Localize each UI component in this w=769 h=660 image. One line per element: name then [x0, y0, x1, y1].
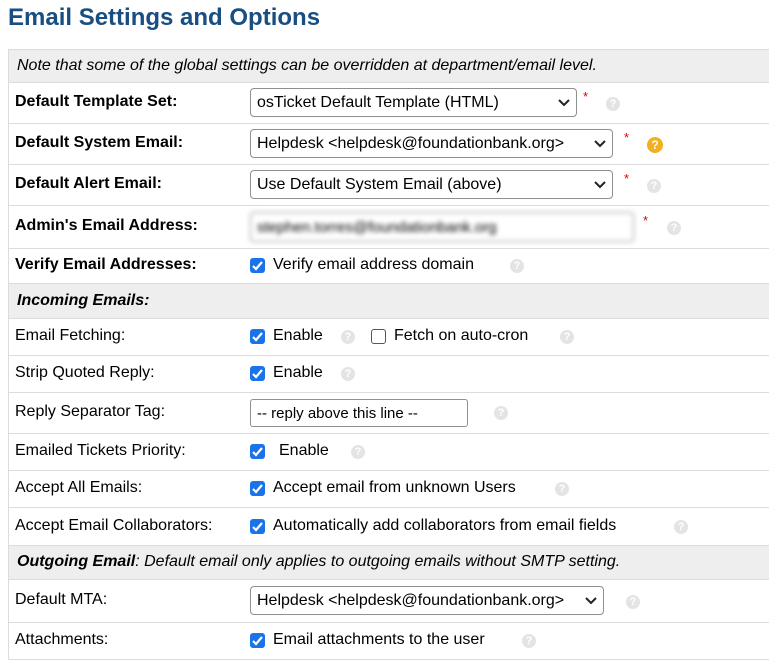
outgoing-header-row: Outgoing Email: Default email only appli…: [9, 546, 769, 580]
admin-email-input[interactable]: [250, 212, 634, 242]
settings-table: Note that some of the global settings ca…: [8, 49, 769, 660]
row-attachments: Attachments: Email attachments to the us…: [9, 623, 769, 660]
help-icon[interactable]: ?: [560, 330, 574, 344]
system-email-select[interactable]: Helpdesk <helpdesk@foundationbank.org>: [250, 129, 613, 158]
label-alert-email: Default Alert Email:: [15, 175, 162, 192]
row-accept-all: Accept All Emails: Accept email from unk…: [9, 471, 769, 508]
system-email-select-wrap[interactable]: Helpdesk <helpdesk@foundationbank.org>: [250, 129, 613, 158]
required-marker: *: [583, 89, 589, 104]
row-verify: Verify Email Addresses: Verify email add…: [9, 249, 769, 284]
note-text: Note that some of the global settings ca…: [17, 57, 597, 74]
warning-help-icon[interactable]: ?: [647, 137, 663, 153]
priority-enable-checkbox[interactable]: [250, 444, 265, 459]
row-collaborators: Accept Email Collaborators: Automaticall…: [9, 508, 769, 546]
mta-select-wrap[interactable]: Helpdesk <helpdesk@foundationbank.org>: [250, 586, 604, 615]
help-icon[interactable]: ?: [341, 330, 355, 344]
strip-enable-label: Enable: [273, 364, 323, 381]
help-icon[interactable]: ?: [647, 179, 661, 193]
row-alert-email: Default Alert Email: Use Default System …: [9, 165, 769, 206]
label-priority: Emailed Tickets Priority:: [15, 442, 186, 459]
label-collaborators: Accept Email Collaborators:: [15, 517, 213, 534]
row-fetching: Email Fetching: Enable ? Fetch on auto-c…: [9, 319, 769, 356]
row-priority: Emailed Tickets Priority: Enable ?: [9, 434, 769, 471]
attachments-checkbox[interactable]: [250, 633, 265, 648]
collaborators-label: Automatically add collaborators from ema…: [273, 517, 617, 534]
accept-all-checkbox[interactable]: [250, 481, 265, 496]
mta-select[interactable]: Helpdesk <helpdesk@foundationbank.org>: [250, 586, 604, 615]
label-separator: Reply Separator Tag:: [15, 403, 166, 420]
help-icon[interactable]: ?: [674, 520, 688, 534]
row-separator: Reply Separator Tag: ?: [9, 393, 769, 434]
help-icon[interactable]: ?: [555, 482, 569, 496]
fetching-enable-checkbox[interactable]: [250, 329, 265, 344]
label-attachments: Attachments:: [15, 631, 109, 648]
incoming-header: Incoming Emails:: [17, 292, 150, 309]
row-template-set: Default Template Set: osTicket Default T…: [9, 83, 769, 124]
template-set-select-wrap[interactable]: osTicket Default Template (HTML): [250, 88, 577, 117]
label-strip: Strip Quoted Reply:: [15, 364, 155, 381]
outgoing-header: Outgoing Email: Default email only appli…: [17, 553, 620, 571]
alert-email-select-wrap[interactable]: Use Default System Email (above): [250, 170, 613, 199]
priority-enable-label: Enable: [279, 442, 329, 459]
collaborators-checkbox[interactable]: [250, 519, 265, 534]
help-icon[interactable]: ?: [494, 406, 508, 420]
verify-checkbox-label: Verify email address domain: [273, 256, 474, 273]
outgoing-header-rest: : Default email only applies to outgoing…: [135, 553, 621, 570]
autocron-checkbox[interactable]: [371, 329, 386, 344]
accept-all-label: Accept email from unknown Users: [273, 479, 516, 496]
alert-email-select[interactable]: Use Default System Email (above): [250, 170, 613, 199]
strip-enable-checkbox[interactable]: [250, 366, 265, 381]
label-verify: Verify Email Addresses:: [15, 256, 197, 273]
label-accept-all: Accept All Emails:: [15, 479, 143, 496]
autocron-label: Fetch on auto-cron: [394, 327, 529, 344]
row-mta: Default MTA: Helpdesk <helpdesk@foundati…: [9, 580, 769, 623]
incoming-header-row: Incoming Emails:: [9, 284, 769, 319]
label-system-email: Default System Email:: [15, 134, 184, 151]
page-title: Email Settings and Options: [8, 4, 321, 31]
help-icon[interactable]: ?: [522, 634, 536, 648]
help-icon[interactable]: ?: [626, 595, 640, 609]
outgoing-header-bold: Outgoing Email: [17, 553, 136, 570]
help-icon[interactable]: ?: [510, 259, 524, 273]
label-mta: Default MTA:: [15, 591, 108, 608]
label-admin-email: Admin's Email Address:: [15, 217, 198, 234]
required-marker: *: [624, 171, 630, 186]
verify-checkbox[interactable]: [250, 258, 265, 273]
required-marker: *: [624, 130, 630, 145]
help-icon[interactable]: ?: [341, 367, 355, 381]
note-row: Note that some of the global settings ca…: [9, 50, 769, 83]
required-marker: *: [643, 213, 649, 228]
fetching-enable-label: Enable: [273, 327, 323, 344]
label-template-set: Default Template Set:: [15, 93, 178, 110]
template-set-select[interactable]: osTicket Default Template (HTML): [250, 88, 577, 117]
row-strip: Strip Quoted Reply: Enable ?: [9, 356, 769, 393]
attachments-label: Email attachments to the user: [273, 631, 485, 648]
row-system-email: Default System Email: Helpdesk <helpdesk…: [9, 124, 769, 165]
separator-input[interactable]: [250, 399, 468, 427]
help-icon[interactable]: ?: [351, 445, 365, 459]
label-fetching: Email Fetching:: [15, 327, 126, 344]
row-admin-email: Admin's Email Address: * ?: [9, 206, 769, 249]
help-icon[interactable]: ?: [667, 221, 681, 235]
help-icon[interactable]: ?: [606, 97, 620, 111]
